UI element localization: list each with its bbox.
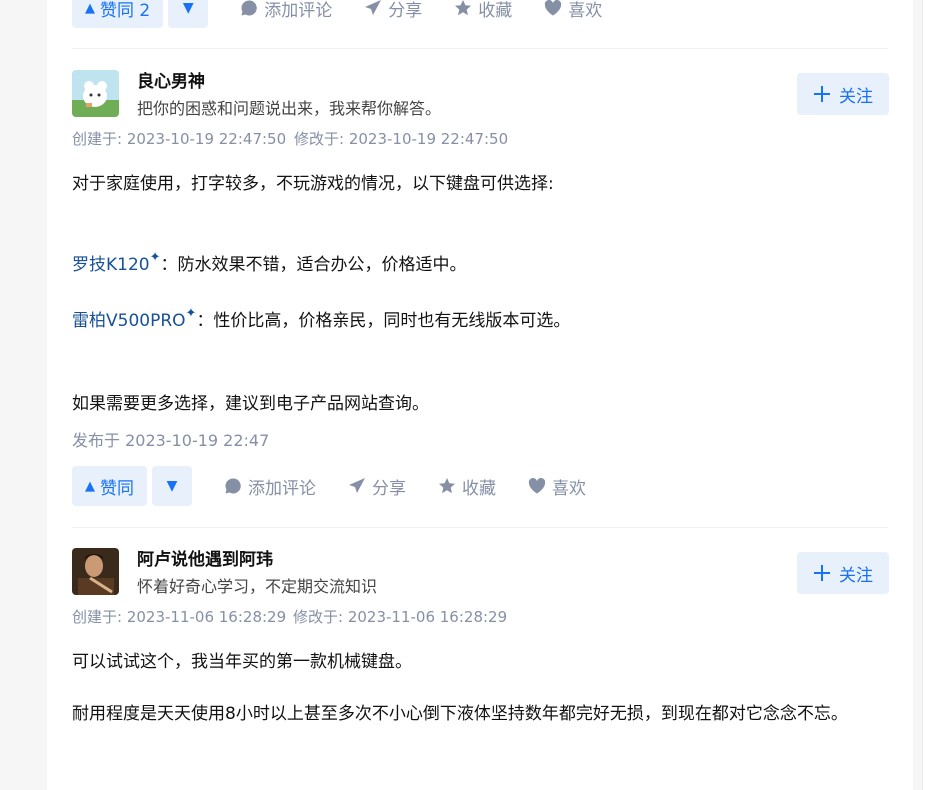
- vote-down-button[interactable]: ▼: [168, 0, 209, 28]
- vote-up-button[interactable]: ▲ 赞同 2: [72, 0, 164, 28]
- previous-answer-action-bar: ▲ 赞同 2 ▼ 添加评论 分享 收藏 喜欢: [72, 0, 602, 29]
- answer-paragraph: 对于家庭使用，打字较多，不玩游戏的情况，以下键盘可供选择:: [72, 174, 554, 194]
- follow-button[interactable]: 关注: [797, 552, 889, 594]
- collect-button[interactable]: 收藏: [438, 474, 496, 499]
- share-button[interactable]: 分享: [348, 474, 406, 499]
- follow-button[interactable]: 关注: [797, 73, 889, 115]
- comment-button[interactable]: 添加评论: [224, 474, 316, 499]
- plus-icon: [814, 565, 830, 581]
- publish-time[interactable]: 发布于 2023-10-19 22:47: [72, 427, 269, 451]
- author-name[interactable]: 良心男神: [137, 67, 205, 92]
- answer-action-bar: ▲ 赞同 ▼ 添加评论 分享 收藏 喜欢: [72, 465, 586, 507]
- share-icon: [365, 0, 382, 15]
- answer-paragraph: 罗技K120✦：防水效果不错，适合办公，价格适中。: [72, 250, 467, 275]
- heart-icon: [528, 477, 546, 494]
- right-sidebar-edge: [922, 0, 930, 790]
- sparkle-icon: ✦: [185, 306, 197, 321]
- triangle-down-icon: ▼: [166, 478, 178, 494]
- answer-paragraph: 如果需要更多选择，建议到电子产品网站查询。: [72, 394, 429, 414]
- keyword-link[interactable]: 雷柏V500PRO: [72, 311, 186, 331]
- star-icon: [455, 0, 472, 16]
- author-name[interactable]: 阿卢说他遇到阿玮: [137, 545, 273, 570]
- author-bio: 把你的困惑和问题说出来，我来帮你解答。: [137, 99, 442, 118]
- modified-time: 修改于: 2023-10-19 22:47:50: [294, 130, 509, 148]
- answer-paragraph: 雷柏V500PRO✦：性价比高，价格亲民，同时也有无线版本可选。: [72, 306, 571, 331]
- comment-button[interactable]: 添加评论: [240, 0, 332, 21]
- collect-button[interactable]: 收藏: [454, 0, 512, 21]
- divider: [72, 48, 888, 49]
- plus-icon: [814, 86, 830, 102]
- like-button[interactable]: 喜欢: [528, 474, 586, 499]
- sparkle-icon: ✦: [149, 250, 161, 265]
- modified-time: 修改于: 2023-11-06 16:28:29: [293, 608, 508, 626]
- vote-down-button[interactable]: ▼: [152, 466, 192, 506]
- avatar-image: [72, 70, 119, 117]
- answer-paragraph: 可以试试这个，我当年买的第一款机械键盘。: [72, 652, 412, 672]
- author-bio: 怀着好奇心学习，不定期交流知识: [137, 577, 378, 596]
- comment-icon: [225, 478, 241, 494]
- star-icon: [439, 478, 455, 494]
- triangle-up-icon: ▲: [85, 0, 95, 16]
- triangle-up-icon: ▲: [85, 478, 95, 494]
- vote-up-button[interactable]: ▲ 赞同: [72, 466, 147, 506]
- created-time: 创建于: 2023-10-19 22:47:50: [72, 130, 287, 148]
- answer-paragraph: 耐用程度是天天使用8小时以上甚至多次不小心倒下液体坚持数年都完好无损，到现在都对…: [72, 704, 848, 724]
- divider: [72, 527, 888, 528]
- created-time: 创建于: 2023-11-06 16:28:29: [72, 608, 287, 626]
- avatar[interactable]: [72, 548, 119, 595]
- heart-icon: [545, 0, 562, 16]
- avatar[interactable]: [72, 70, 119, 117]
- share-icon: [349, 478, 365, 493]
- keyword-link[interactable]: 罗技K120: [72, 255, 150, 275]
- share-button[interactable]: 分享: [364, 0, 422, 21]
- avatar-image: [72, 548, 119, 595]
- like-button[interactable]: 喜欢: [544, 0, 602, 21]
- comment-icon: [241, 0, 257, 16]
- triangle-down-icon: ▼: [182, 0, 194, 16]
